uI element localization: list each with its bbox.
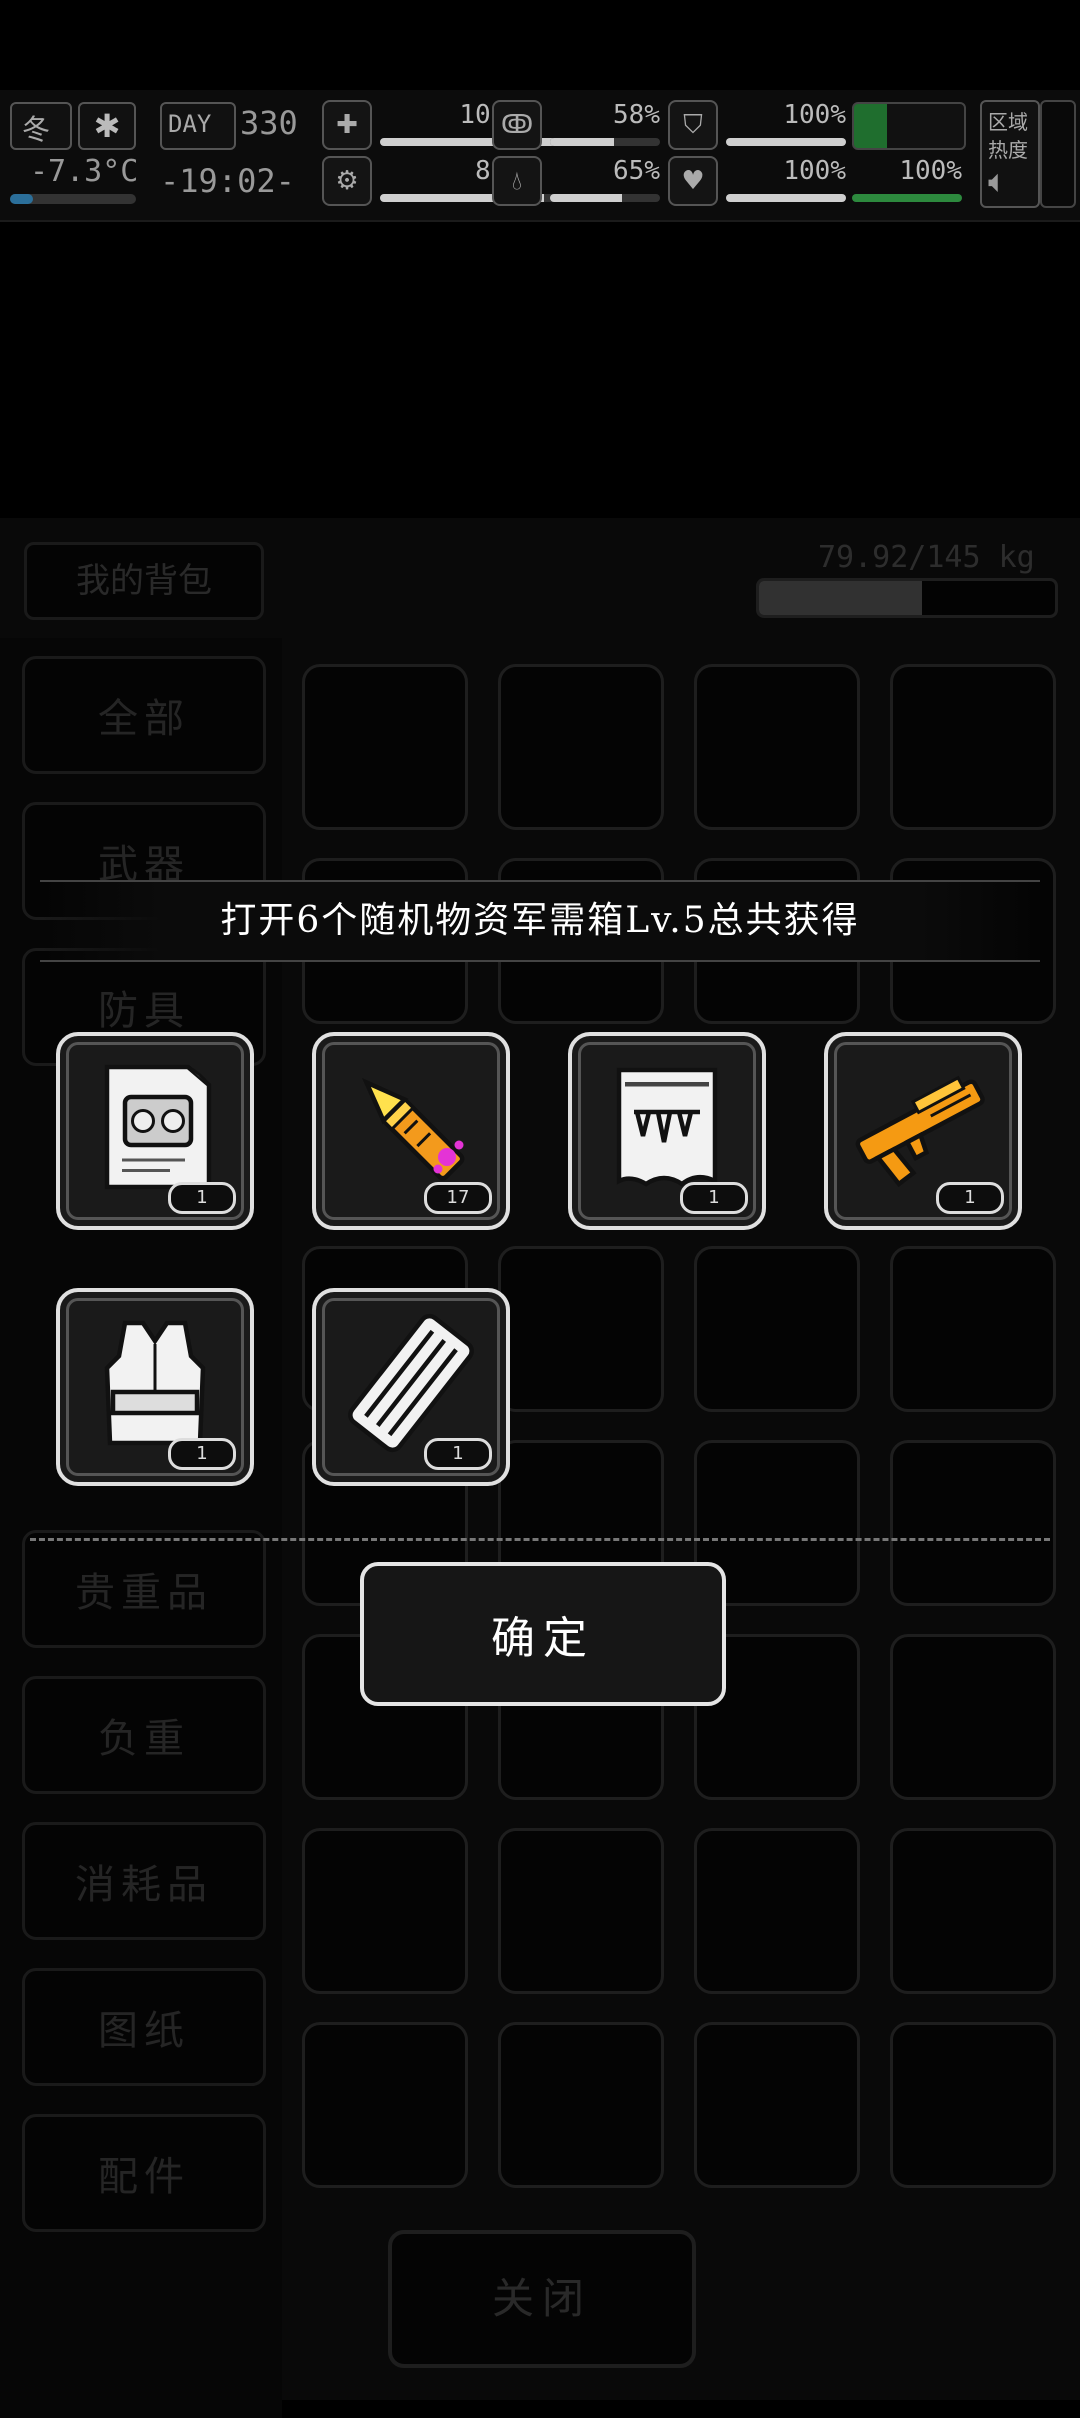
reward-count: 17 [424,1182,492,1214]
day-badge: DAY [160,102,236,150]
heart-icon: ♥ [668,156,718,206]
inventory-slot[interactable] [302,1828,468,1994]
confirm-label: 确定 [491,1613,595,1664]
shield-icon: ⛉ [668,100,718,150]
medkit-icon: ✚ [322,100,372,150]
inventory-slot[interactable] [302,664,468,830]
inventory-slot[interactable] [890,1828,1056,1994]
engine-blueprint-icon [104,1064,212,1190]
category-all[interactable]: 全部 [22,656,266,774]
backpack-title: 我的背包 [76,561,212,601]
inventory-slot[interactable] [890,1246,1056,1412]
inventory-slot[interactable] [498,2022,664,2188]
tactical-vest-icon [104,1320,206,1446]
inventory-slot[interactable] [890,664,1056,830]
reward-item-orange-shotgun[interactable]: 1 [824,1032,1022,1230]
inventory-slot[interactable] [694,664,860,830]
day-value: 330 [240,104,298,142]
stat-value: 100% [899,156,962,186]
weight-bar [756,578,1058,618]
inventory-slot[interactable] [694,1828,860,1994]
speaker-icon[interactable]: 🔈︎ [988,162,1007,201]
status-hud: 冬 ✱ DAY 330 -7.3°C -19:02- ✚ 100% ↂ 58% … [0,90,1080,222]
reward-item-magazine[interactable]: 1 [312,1288,510,1486]
inventory-slot[interactable] [302,2022,468,2188]
category-blueprints[interactable]: 图纸 [22,1968,266,2086]
stamina-icon [852,102,966,150]
category-carry[interactable]: 负重 [22,1676,266,1794]
region-heat-label: 区域热度 [988,110,1028,162]
magazine-icon [348,1313,474,1453]
reward-count: 1 [168,1182,236,1214]
reward-count: 1 [680,1182,748,1214]
stat-value: 100% [783,100,846,130]
category-consumables[interactable]: 消耗品 [22,1822,266,1940]
reward-count: 1 [424,1438,492,1470]
season-badge: 冬 [10,102,72,150]
reward-item-engine-blueprint[interactable]: 1 [56,1032,254,1230]
inventory-slot[interactable] [890,2022,1056,2188]
orange-shotgun-icon [855,1075,985,1188]
reward-banner: 打开6个随机物资军需箱Lv.5总共获得 [40,880,1040,962]
inventory-slot[interactable] [498,1246,664,1412]
reward-count: 1 [936,1182,1004,1214]
stat-stamina: 100% [852,156,972,208]
reward-item-rocket-ammo[interactable]: 17 [312,1032,510,1230]
reward-count: 1 [168,1438,236,1470]
popup-divider [30,1538,1050,1541]
rocket-ammo-icon [362,1078,465,1181]
season-label: 冬 [22,113,51,146]
inventory-slot[interactable] [498,1828,664,1994]
inventory-slot[interactable] [890,1440,1056,1606]
reward-item-tactical-vest[interactable]: 1 [56,1288,254,1486]
brain-icon: ⚙ [322,156,372,206]
reward-banner-text: 打开6个随机物资军需箱Lv.5总共获得 [220,900,860,941]
stomach-icon: ↂ [492,100,542,150]
inventory-slot[interactable] [890,1634,1056,1800]
stat-value: 100% [783,156,846,186]
water-drop-icon: 💧︎ [492,156,542,206]
day-label: DAY [168,110,212,138]
clock-readout: -19:02- [160,162,295,200]
inventory-slot[interactable] [694,2022,860,2188]
stat-value: 65% [613,156,660,186]
inventory-slot[interactable] [498,664,664,830]
temperature-bar [10,194,136,204]
temperature-readout: -7.3°C [30,154,139,189]
confirm-button[interactable]: 确定 [360,1562,726,1706]
backpack-title-tab: 我的背包 [24,542,264,620]
jaw-trap-blueprint-icon [616,1067,718,1187]
close-button[interactable]: 关闭 [388,2230,696,2368]
weight-readout: 79.92/145 kg [818,540,1035,575]
region-heat-meter [1040,100,1076,208]
category-valuables[interactable]: 贵重品 [22,1530,266,1648]
stat-value: 58% [613,100,660,130]
inventory-slot[interactable] [694,1246,860,1412]
weather-icon: ✱ [78,102,136,150]
reward-item-jaw-trap-blueprint[interactable]: 1 [568,1032,766,1230]
category-attachments[interactable]: 配件 [22,2114,266,2232]
